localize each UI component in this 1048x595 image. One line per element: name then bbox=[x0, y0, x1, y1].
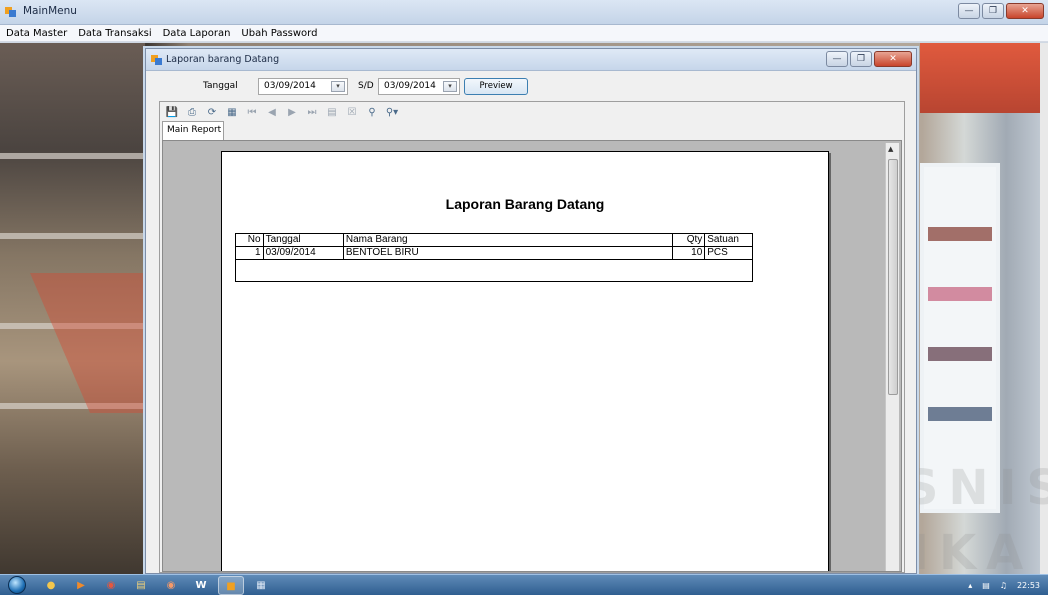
report-table: No Tanggal Nama Barang Qty Satuan 1 03/0… bbox=[235, 233, 753, 260]
app-icon bbox=[5, 7, 16, 17]
close-button[interactable]: ✕ bbox=[1006, 3, 1044, 19]
report-vertical-scrollbar[interactable]: ▲ bbox=[885, 143, 899, 571]
next-page-icon[interactable]: ▶ bbox=[285, 106, 299, 120]
screenshot-tool-icon[interactable]: ▦ bbox=[248, 576, 274, 595]
preview-button[interactable]: Preview bbox=[464, 78, 528, 95]
app-task-icon[interactable]: ■ bbox=[218, 575, 244, 595]
table-row: 1 03/09/2014 BENTOEL BIRU 10 PCS bbox=[235, 246, 753, 260]
cell-no: 1 bbox=[235, 246, 264, 260]
menu-data-laporan[interactable]: Data Laporan bbox=[163, 28, 231, 39]
date-to-value: 03/09/2014 bbox=[384, 81, 436, 91]
find-icon[interactable]: ⚲ bbox=[365, 106, 379, 120]
start-button[interactable] bbox=[0, 575, 34, 595]
export-icon[interactable]: 💾 bbox=[165, 106, 179, 120]
maximize-button[interactable]: ❐ bbox=[982, 3, 1004, 19]
child-close-button[interactable]: ✕ bbox=[874, 51, 912, 67]
last-page-icon[interactable]: ⏭ bbox=[305, 106, 319, 120]
report-window-title: Laporan barang Datang bbox=[166, 54, 280, 65]
zoom-icon[interactable]: ⚲▾ bbox=[385, 106, 399, 120]
system-tray: ▴ ▤ ♫ 22:53 bbox=[968, 575, 1040, 595]
filter-row: Tanggal 03/09/2014 ▾ S/D 03/09/2014 ▾ Pr… bbox=[146, 75, 916, 99]
date-from-picker[interactable]: 03/09/2014 ▾ bbox=[258, 78, 348, 95]
cell-qty: 10 bbox=[672, 246, 705, 260]
minimize-button[interactable]: — bbox=[958, 3, 980, 19]
chrome-icon[interactable]: ◉ bbox=[98, 576, 124, 595]
col-no: No bbox=[235, 233, 264, 247]
col-nama-barang: Nama Barang bbox=[342, 233, 673, 247]
menu-data-transaksi[interactable]: Data Transaksi bbox=[78, 28, 151, 39]
refresh-icon[interactable]: ⟳ bbox=[205, 106, 219, 120]
calendar-dropdown-icon[interactable]: ▾ bbox=[331, 81, 345, 92]
word-icon[interactable]: W bbox=[188, 576, 214, 595]
report-window: Laporan barang Datang — ❐ ✕ Tanggal 03/0… bbox=[145, 48, 917, 574]
col-tanggal: Tanggal bbox=[262, 233, 344, 247]
cell-nama-barang: BENTOEL BIRU bbox=[342, 246, 673, 260]
sd-label: S/D bbox=[358, 81, 374, 91]
group-tree-icon[interactable]: ▦ bbox=[225, 106, 239, 120]
close-view-icon[interactable]: ☒ bbox=[345, 106, 359, 120]
report-window-titlebar: Laporan barang Datang — ❐ ✕ bbox=[146, 49, 916, 71]
window-icon bbox=[151, 55, 162, 65]
menu-bar: Data Master Data Transaksi Data Laporan … bbox=[0, 25, 1048, 42]
print-icon[interactable]: ⎙ bbox=[185, 106, 199, 120]
goto-page-icon[interactable]: ▤ bbox=[325, 106, 339, 120]
media-player-icon[interactable]: ▶ bbox=[68, 576, 94, 595]
tray-expand-icon[interactable]: ▴ bbox=[968, 581, 972, 590]
main-window-controls: — ❐ ✕ bbox=[958, 3, 1044, 19]
volume-icon[interactable]: ♫ bbox=[1000, 581, 1007, 590]
background-photo-sign bbox=[920, 43, 1048, 113]
calendar-dropdown-icon[interactable]: ▾ bbox=[443, 81, 457, 92]
viewer-toolbar: 💾 ⎙ ⟳ ▦ ⏮ ◀ ▶ ⏭ ▤ ☒ ⚲ ⚲▾ bbox=[160, 102, 904, 124]
paint-icon[interactable]: ◉ bbox=[158, 576, 184, 595]
main-window-title: MainMenu bbox=[23, 5, 77, 17]
scroll-up-icon[interactable]: ▲ bbox=[888, 145, 893, 153]
date-from-value: 03/09/2014 bbox=[264, 81, 316, 91]
scrollbar-thumb[interactable] bbox=[888, 159, 898, 395]
tanggal-label: Tanggal bbox=[203, 81, 238, 91]
main-window-titlebar: MainMenu — ❐ ✕ bbox=[0, 0, 1048, 25]
clock[interactable]: 22:53 bbox=[1017, 581, 1040, 590]
explorer-icon[interactable]: ▤ bbox=[128, 576, 154, 595]
network-icon[interactable]: ▤ bbox=[982, 581, 990, 590]
menu-data-master[interactable]: Data Master bbox=[6, 28, 67, 39]
cell-tanggal: 03/09/2014 bbox=[262, 246, 344, 260]
report-window-controls: — ❐ ✕ bbox=[826, 51, 912, 67]
child-minimize-button[interactable]: — bbox=[826, 51, 848, 67]
child-maximize-button[interactable]: ❐ bbox=[850, 51, 872, 67]
ie-icon[interactable]: ● bbox=[38, 576, 64, 595]
taskbar: ● ▶ ◉ ▤ ◉ W ■ ▦ ▴ ▤ ♫ 22:53 bbox=[0, 574, 1048, 595]
cell-satuan: PCS bbox=[704, 246, 753, 260]
menu-ubah-password[interactable]: Ubah Password bbox=[241, 28, 317, 39]
windows-orb-icon bbox=[8, 576, 26, 594]
col-satuan: Satuan bbox=[704, 233, 753, 247]
report-header-row: No Tanggal Nama Barang Qty Satuan bbox=[235, 233, 753, 247]
col-qty: Qty bbox=[672, 233, 705, 247]
report-viewer: 💾 ⎙ ⟳ ▦ ⏮ ◀ ▶ ⏭ ▤ ☒ ⚲ ⚲▾ Main Report Lap… bbox=[159, 101, 905, 573]
report-page: Laporan Barang Datang No Tanggal Nama Ba… bbox=[221, 151, 829, 571]
prev-page-icon[interactable]: ◀ bbox=[265, 106, 279, 120]
date-to-picker[interactable]: 03/09/2014 ▾ bbox=[378, 78, 460, 95]
report-canvas: Laporan Barang Datang No Tanggal Nama Ba… bbox=[162, 140, 902, 572]
tab-main-report[interactable]: Main Report bbox=[162, 121, 224, 140]
report-title: Laporan Barang Datang bbox=[445, 196, 605, 212]
first-page-icon[interactable]: ⏮ bbox=[245, 106, 259, 120]
